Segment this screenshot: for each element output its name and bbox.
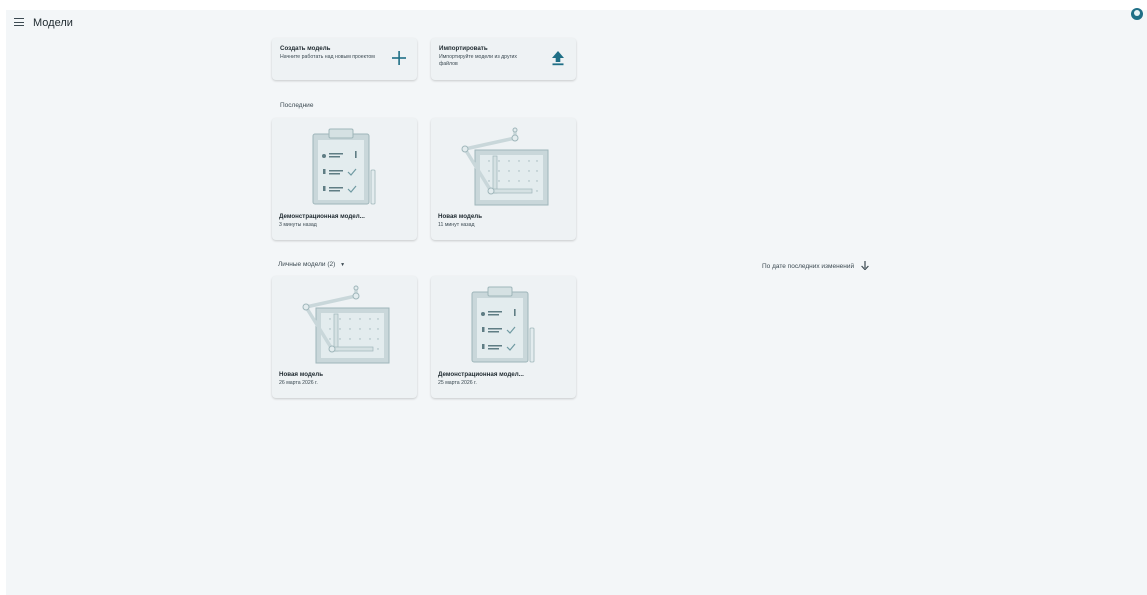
arrow-down-icon <box>861 261 869 271</box>
personal-card-new[interactable]: Новая модель 26 марта 2026 г. <box>272 276 417 398</box>
model-name: Новая модель <box>279 371 324 378</box>
account-icon[interactable] <box>1131 8 1143 20</box>
recent-card-new[interactable]: Новая модель 11 минут назад <box>431 118 576 240</box>
caret-down-icon: ▼ <box>340 262 346 268</box>
menu-icon[interactable] <box>14 18 24 27</box>
clipboard-checklist-illustration <box>471 286 535 363</box>
import-subtitle: Импортируйте модели из других файлов <box>439 54 517 67</box>
personal-card-demo[interactable]: Демонстрационная модел... 25 марта 2026 … <box>431 276 576 398</box>
sort-button[interactable]: По дате последних изменений <box>762 261 869 271</box>
model-name: Демонстрационная модел... <box>279 213 365 220</box>
model-date: 3 минуты назад <box>279 222 317 228</box>
import-button[interactable]: Импортировать Импортируйте модели из дру… <box>431 38 576 80</box>
recent-section-label: Последние <box>280 102 314 109</box>
model-date: 26 марта 2026 г. <box>279 380 318 386</box>
model-name: Демонстрационная модел... <box>438 371 524 378</box>
recent-card-demo[interactable]: Демонстрационная модел... 3 минуты назад <box>272 118 417 240</box>
plus-icon <box>392 51 406 65</box>
app-frame: Модели Создать модель Начните работать н… <box>6 10 1147 595</box>
personal-models-label: Личные модели (2) <box>278 261 336 268</box>
upload-icon <box>552 51 564 66</box>
create-model-subtitle: Начните работать над новым проектом <box>280 54 375 60</box>
model-name: Новая модель <box>438 213 483 220</box>
personal-models-dropdown[interactable]: Личные модели (2) ▼ <box>278 261 345 268</box>
drafting-board-illustration <box>461 127 549 206</box>
model-date: 11 минут назад <box>438 222 475 228</box>
model-date: 25 марта 2026 г. <box>438 380 477 386</box>
clipboard-checklist-illustration <box>312 128 376 205</box>
top-bar: Модели <box>6 10 1147 36</box>
create-model-title: Создать модель <box>280 45 331 52</box>
sort-label: По дате последних изменений <box>762 263 855 270</box>
drafting-board-illustration <box>302 285 390 364</box>
create-model-button[interactable]: Создать модель Начните работать над новы… <box>272 38 417 80</box>
page-title: Модели <box>33 17 73 29</box>
import-title: Импортировать <box>439 45 488 52</box>
